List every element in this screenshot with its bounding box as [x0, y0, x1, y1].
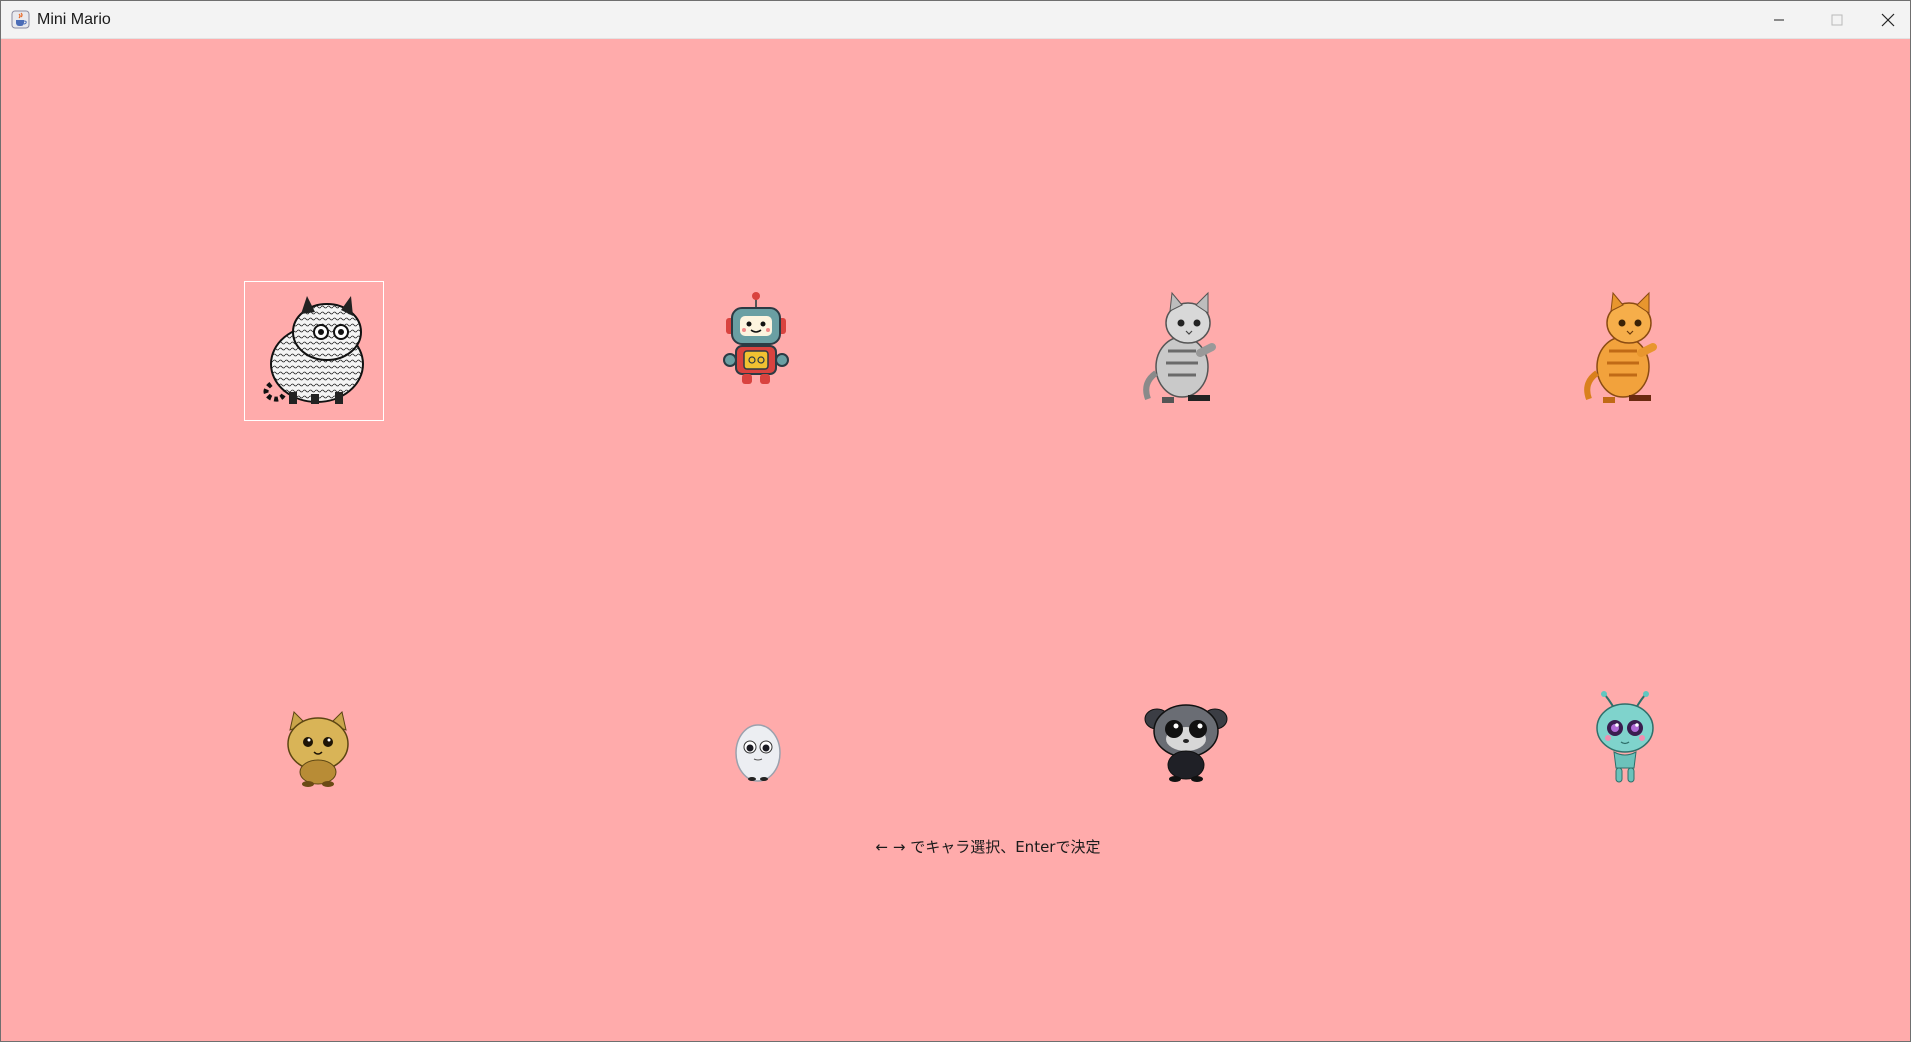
character-slot-yellow-creature[interactable] — [249, 679, 387, 817]
character-slot-alien[interactable] — [1556, 669, 1694, 807]
close-icon — [1881, 13, 1895, 26]
orange-kitten-icon — [1584, 291, 1657, 403]
close-button[interactable] — [1866, 1, 1910, 38]
character-slot-robot[interactable] — [687, 271, 825, 409]
character-select-stage: ← → でキャラ選択、Enterで決定 — [1, 39, 1910, 1041]
game-window: Mini Mario ← → でキャラ選択、Enterで決定 — [0, 0, 1911, 1042]
character-slot-striped-cat[interactable] — [244, 281, 384, 421]
alien-icon — [1596, 691, 1654, 783]
window-title: Mini Mario — [37, 11, 111, 28]
maximize-icon — [1831, 14, 1843, 25]
character-slot-dark-creature[interactable] — [1117, 671, 1255, 809]
java-cup-icon — [11, 10, 30, 29]
control-hint: ← → でキャラ選択、Enterで決定 — [875, 838, 1101, 856]
title-bar[interactable]: Mini Mario — [1, 1, 1910, 39]
minimize-button[interactable] — [1750, 1, 1808, 38]
egg-creature-icon — [735, 724, 781, 782]
character-slot-orange-kitten[interactable] — [1554, 280, 1692, 418]
maximize-button[interactable] — [1808, 1, 1866, 38]
yellow-creature-icon — [287, 711, 349, 787]
character-slot-egg-creature[interactable] — [689, 679, 827, 817]
minimize-icon — [1774, 19, 1784, 20]
sketch-cat-icon — [263, 296, 364, 404]
dark-creature-icon — [1144, 704, 1228, 782]
robot-icon — [723, 292, 789, 384]
grey-kitten-icon — [1143, 291, 1216, 403]
character-slot-grey-kitten[interactable] — [1113, 280, 1251, 418]
